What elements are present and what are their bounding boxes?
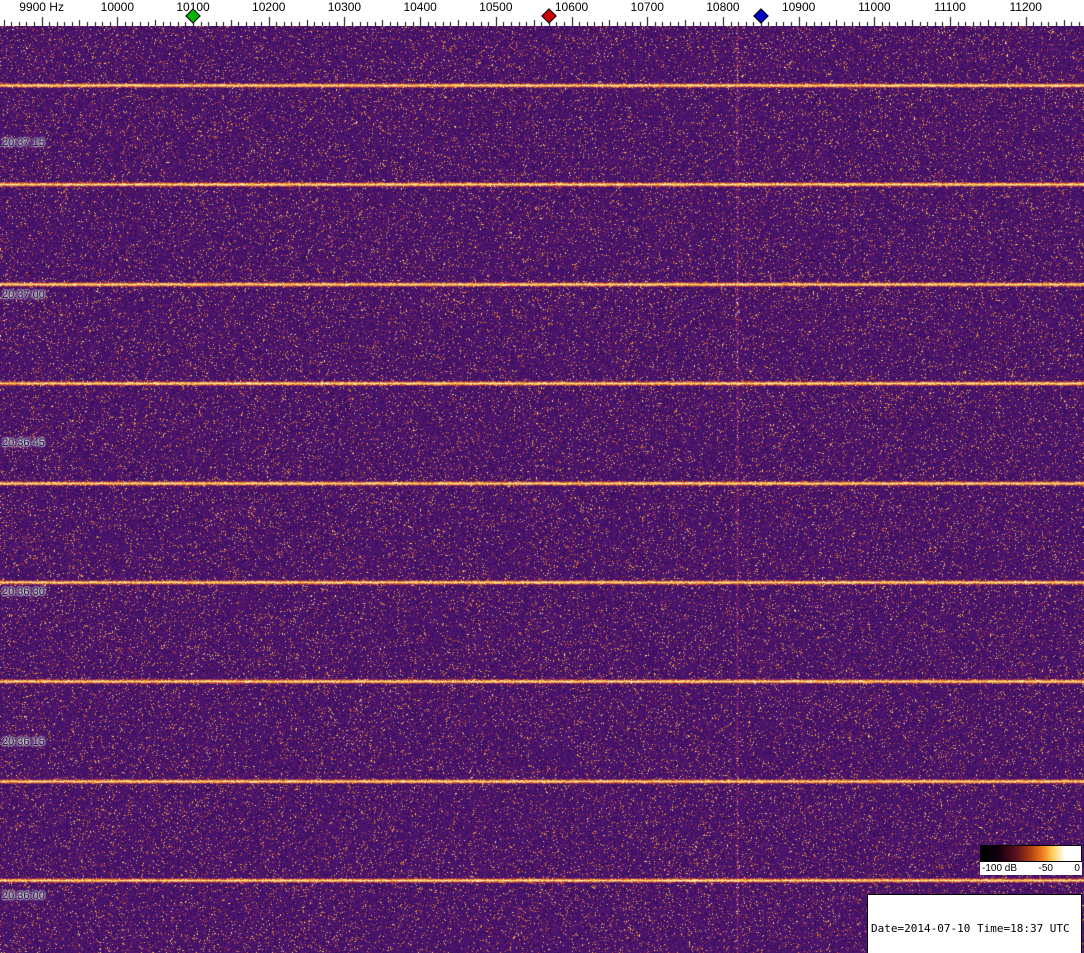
db-scale-mid-label: -50 bbox=[1038, 863, 1053, 874]
db-color-scale: -100 dB -50 0 bbox=[980, 845, 1082, 875]
time-label: 20:37:15 bbox=[2, 137, 45, 149]
waterfall-display[interactable] bbox=[0, 26, 1084, 953]
time-label: 20:36:00 bbox=[2, 890, 45, 902]
db-scale-max-label: 0 bbox=[1074, 863, 1080, 874]
freq-label: 10400 bbox=[403, 0, 437, 14]
freq-label: 10200 bbox=[252, 0, 286, 14]
time-label: 20:36:30 bbox=[2, 586, 45, 598]
freq-label: 10000 bbox=[100, 0, 135, 14]
freq-label: 9900 Hz bbox=[19, 0, 64, 14]
freq-label: 11000 bbox=[858, 0, 891, 14]
freq-label: 11100 bbox=[934, 0, 966, 14]
db-gradient-bar bbox=[980, 845, 1082, 862]
spectrum-waterfall-window: 9900 Hz 10000 10100 10200 10300 10400 10500 106… bbox=[0, 0, 1084, 953]
time-label: 20:37:00 bbox=[2, 289, 45, 301]
db-scale-min-label: -100 dB bbox=[982, 863, 1018, 874]
freq-label: 10700 bbox=[630, 0, 664, 14]
freq-label: 10300 bbox=[327, 0, 362, 14]
freq-label: 10500 bbox=[479, 0, 513, 14]
info-box: Date=2014-07-10 Time=18:37 UTC Freq=143 … bbox=[867, 894, 1082, 953]
freq-label: 11200 bbox=[1009, 0, 1042, 14]
info-date-line: Date=2014-07-10 Time=18:37 UTC bbox=[871, 922, 1070, 935]
frequency-ruler: 9900 Hz 10000 10100 10200 10300 10400 10500 106… bbox=[0, 0, 1084, 26]
freq-label: 10800 bbox=[706, 0, 740, 14]
freq-label: 10900 bbox=[781, 0, 816, 14]
time-label: 20:36:15 bbox=[2, 736, 45, 748]
freq-label: 10600 bbox=[554, 0, 589, 14]
db-scale-labels: -100 dB -50 0 bbox=[980, 862, 1082, 875]
frequency-ticks-canvas bbox=[0, 0, 1084, 26]
time-label: 20:36:45 bbox=[2, 437, 45, 449]
